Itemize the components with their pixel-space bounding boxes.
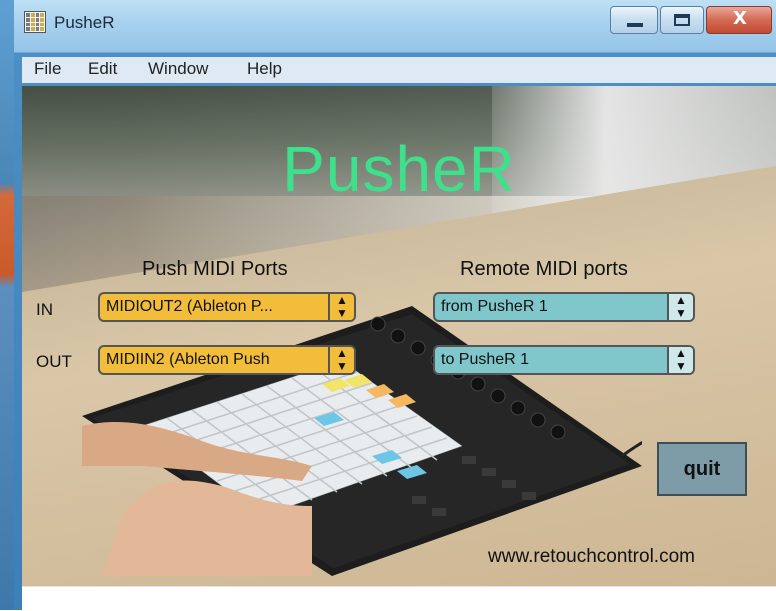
window-title: PusheR [54,13,115,32]
out-label: OUT [36,352,72,371]
remote-out-select[interactable]: to PusheR 1 ▲ ▼ [433,345,695,375]
updown-arrow-icon: ▲ ▼ [328,294,354,320]
menu-edit[interactable]: Edit [88,59,117,79]
push-out-select[interactable]: MIDIIN2 (Ableton Push ▲ ▼ [98,345,356,375]
website-link[interactable]: www.retouchcontrol.com [488,546,695,568]
desktop-edge [0,0,14,610]
updown-arrow-icon: ▲ ▼ [328,347,354,373]
remote-out-value: to PusheR 1 [441,351,530,368]
close-icon: X [733,8,747,29]
push-in-value: MIDIOUT2 (Ableton P... [106,298,273,315]
push-out-value: MIDIIN2 (Ableton Push [106,351,270,368]
menu-file[interactable]: File [34,59,61,79]
push-ports-heading: Push MIDI Ports [142,258,288,280]
app-window: PusheR X File Edit Window Help PusheR Pu… [0,0,776,611]
remote-in-value: from PusheR 1 [441,298,548,315]
status-bar [22,586,776,611]
title-bar[interactable]: PusheR X [14,0,776,53]
remote-in-select[interactable]: from PusheR 1 ▲ ▼ [433,292,695,322]
maximize-icon [674,14,690,26]
app-grid-icon [24,11,46,33]
in-label: IN [36,300,53,319]
menu-help[interactable]: Help [247,59,282,79]
quit-button[interactable]: quit [657,442,747,496]
maximize-button[interactable] [660,6,704,34]
updown-arrow-icon: ▲ ▼ [667,347,693,373]
minimize-button[interactable] [610,6,658,34]
menu-bar: File Edit Window Help [22,57,776,83]
close-button[interactable]: X [706,6,772,34]
remote-ports-heading: Remote MIDI ports [460,258,628,280]
minimize-icon [627,23,643,27]
app-title: PusheR [282,133,516,205]
main-panel: PusheR Push MIDI Ports Remote MIDI ports… [22,86,776,586]
menu-window[interactable]: Window [148,59,208,79]
updown-arrow-icon: ▲ ▼ [667,294,693,320]
push-in-select[interactable]: MIDIOUT2 (Ableton P... ▲ ▼ [98,292,356,322]
